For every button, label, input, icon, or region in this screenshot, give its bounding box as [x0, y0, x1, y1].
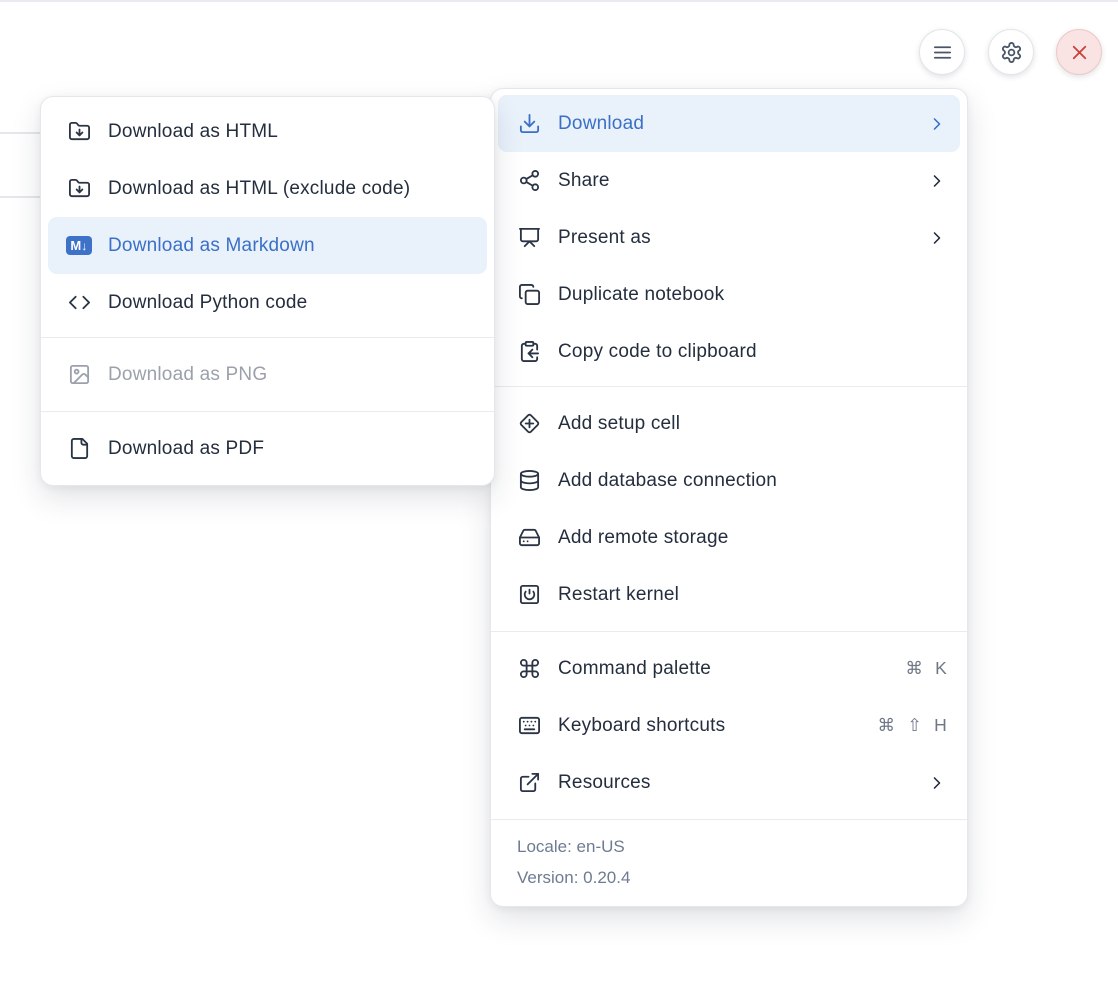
code-icon [67, 291, 92, 315]
external-link-icon [517, 771, 542, 795]
menu-item-label: Keyboard shortcuts [558, 715, 861, 737]
chevron-right-icon [927, 228, 947, 248]
clipboard-copy-icon [517, 340, 542, 364]
power-icon [517, 583, 542, 607]
file-icon [67, 437, 92, 461]
menu-item-label: Download as HTML (exclude code) [108, 178, 474, 200]
image-icon [67, 363, 92, 387]
command-icon [517, 657, 542, 681]
menu-section: Download as HTML Download as HTML (exclud… [41, 97, 494, 337]
menu-item-label: Duplicate notebook [558, 284, 947, 306]
download-icon [517, 112, 542, 136]
menu-section: Add setup cell Add database connection Add… [491, 386, 967, 631]
menu-item-present-as[interactable]: Present as [498, 209, 960, 266]
version-text: Version: 0.20.4 [517, 862, 941, 893]
menu-item-resources[interactable]: Resources [498, 754, 960, 811]
menu-item-label: Copy code to clipboard [558, 341, 947, 363]
menu-item-label: Add setup cell [558, 413, 947, 435]
chevron-right-icon [927, 773, 947, 793]
shortcut-hint: ⌘ K [905, 658, 947, 679]
menu-item-duplicate-notebook[interactable]: Duplicate notebook [498, 266, 960, 323]
menu-button[interactable] [919, 29, 965, 75]
notebook-actions-menu: Download Share Present as Duplicate noteboo… [490, 88, 968, 907]
menu-item-keyboard-shortcuts[interactable]: Keyboard shortcuts ⌘ ⇧ H [498, 697, 960, 754]
database-icon [517, 469, 542, 493]
menu-item-label: Restart kernel [558, 584, 947, 606]
diamond-plus-icon [517, 412, 542, 436]
keyboard-icon [517, 714, 542, 738]
menu-item-label: Download as HTML [108, 121, 474, 143]
menu-item-restart-kernel[interactable]: Restart kernel [498, 566, 960, 623]
duplicate-icon [517, 283, 542, 307]
menu-item-label: Add remote storage [558, 527, 947, 549]
chevron-right-icon [927, 171, 947, 191]
menu-item-download-as-markdown[interactable]: M↓ Download as Markdown [48, 217, 487, 274]
shortcut-hint: ⌘ ⇧ H [877, 715, 947, 736]
menu-section: Download as PDF [41, 411, 494, 485]
hard-drive-icon [517, 526, 542, 550]
menu-section: Command palette ⌘ K Keyboard shortcuts ⌘ ⇧ … [491, 631, 967, 819]
menu-section: Download Share Present as Duplicate noteboo… [491, 89, 967, 386]
locale-text: Locale: en-US [517, 831, 941, 862]
menu-item-add-remote-storage[interactable]: Add remote storage [498, 509, 960, 566]
folder-down-icon [67, 177, 92, 201]
menu-item-copy-code-to-clipboard[interactable]: Copy code to clipboard [498, 323, 960, 380]
menu-item-add-database-connection[interactable]: Add database connection [498, 452, 960, 509]
menu-item-label: Download as Markdown [108, 235, 474, 257]
menu-item-download-as-html-exclude-code[interactable]: Download as HTML (exclude code) [48, 160, 487, 217]
background-cell-border [0, 196, 41, 198]
markdown-icon: M↓ [67, 234, 92, 258]
menu-item-add-setup-cell[interactable]: Add setup cell [498, 395, 960, 452]
menu-item-download-as-pdf[interactable]: Download as PDF [48, 420, 487, 477]
menu-item-download-as-png[interactable]: Download as PNG [48, 346, 487, 403]
menu-item-download[interactable]: Download [498, 95, 960, 152]
menu-section: Download as PNG [41, 337, 494, 411]
chevron-right-icon [927, 114, 947, 134]
menu-item-label: Download Python code [108, 292, 474, 314]
menu-item-share[interactable]: Share [498, 152, 960, 209]
gear-icon [1000, 41, 1023, 64]
page-top-border [0, 0, 1118, 2]
settings-button[interactable] [988, 29, 1034, 75]
menu-item-label: Present as [558, 227, 911, 249]
close-button[interactable] [1056, 29, 1102, 75]
menu-item-label: Command palette [558, 658, 889, 680]
download-submenu: Download as HTML Download as HTML (exclud… [40, 96, 495, 486]
close-icon [1068, 41, 1091, 64]
menu-item-label: Download [558, 113, 911, 135]
menu-item-label: Share [558, 170, 911, 192]
menu-item-command-palette[interactable]: Command palette ⌘ K [498, 640, 960, 697]
folder-down-icon [67, 120, 92, 144]
menu-item-download-python-code[interactable]: Download Python code [48, 274, 487, 331]
menu-footer: Locale: en-US Version: 0.20.4 [491, 819, 967, 906]
menu-item-label: Download as PNG [108, 364, 474, 386]
presentation-icon [517, 226, 542, 250]
menu-item-download-as-html[interactable]: Download as HTML [48, 103, 487, 160]
page: { "toolbar": { "buttons": [ { "name": "m… [0, 0, 1118, 984]
background-cell-border [0, 132, 41, 134]
share-icon [517, 169, 542, 193]
menu-item-label: Add database connection [558, 470, 947, 492]
menu-item-label: Resources [558, 772, 911, 794]
hamburger-icon [931, 41, 954, 64]
menu-item-label: Download as PDF [108, 438, 474, 460]
